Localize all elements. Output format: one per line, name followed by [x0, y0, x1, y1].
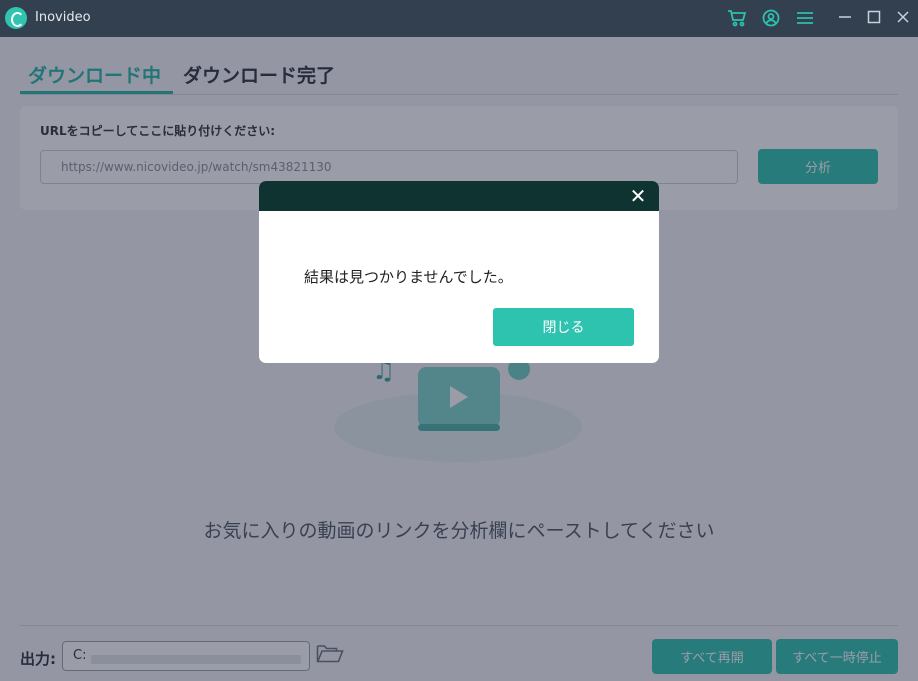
dialog-header: ✕ — [259, 181, 659, 211]
dialog-message: 結果は見つかりませんでした。 — [304, 268, 513, 286]
dialog-close-button[interactable]: 閉じる — [493, 308, 634, 346]
title-bar: Inovideo — [0, 0, 918, 37]
close-window-icon[interactable] — [893, 7, 913, 27]
app-title: Inovideo — [35, 10, 91, 25]
result-dialog: ✕ 結果は見つかりませんでした。 閉じる — [259, 181, 659, 363]
close-icon[interactable]: ✕ — [627, 185, 649, 207]
cart-icon[interactable] — [727, 8, 747, 28]
minimize-icon[interactable] — [835, 7, 855, 27]
menu-icon[interactable] — [795, 8, 815, 28]
user-icon[interactable] — [761, 8, 781, 28]
maximize-icon[interactable] — [864, 7, 884, 27]
app-logo-icon — [5, 7, 27, 29]
